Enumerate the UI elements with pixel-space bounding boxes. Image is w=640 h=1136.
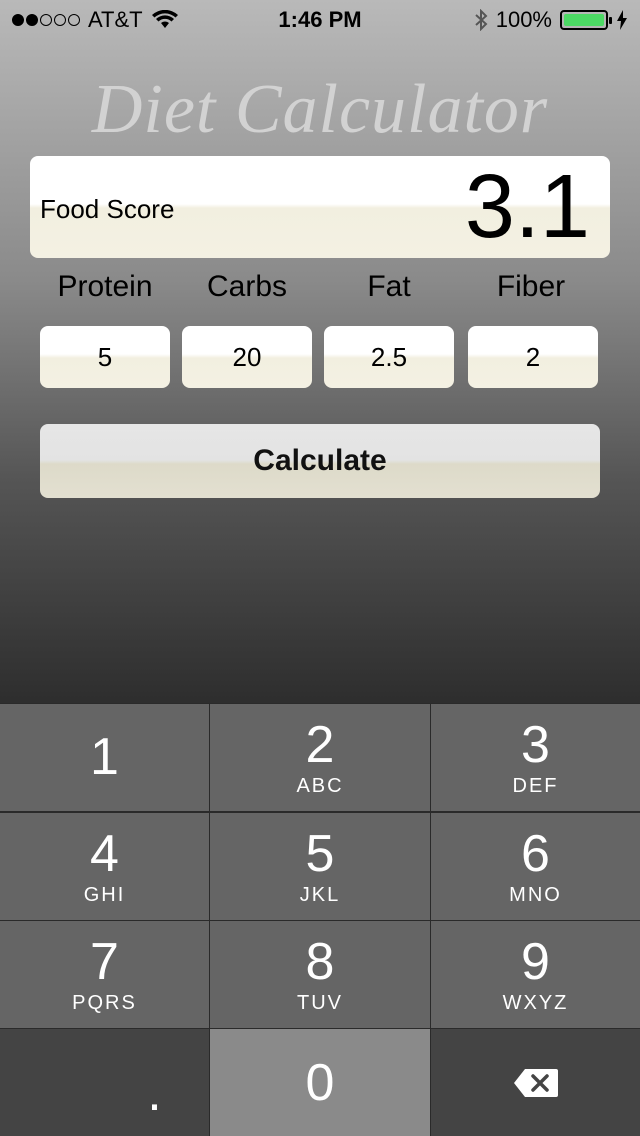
calculate-button[interactable]: Calculate — [40, 424, 600, 498]
protein-label: Protein — [57, 270, 153, 303]
nutrient-labels: Protein Carbs Fat Fiber — [0, 270, 640, 310]
food-score-display: Food Score 3.1 — [30, 156, 610, 258]
nutrient-inputs: 5 20 2.5 2 — [0, 326, 640, 388]
key-5[interactable]: 5 JKL — [210, 813, 430, 920]
key-letters: PQRS — [72, 992, 137, 1014]
carbs-label: Carbs — [206, 270, 288, 303]
carbs-input[interactable]: 20 — [182, 326, 312, 388]
key-digit: 9 — [521, 933, 550, 991]
key-digit: 8 — [305, 933, 335, 991]
food-score-value: 3.1 — [464, 157, 590, 257]
key-1[interactable]: 1 — [0, 704, 209, 811]
key-digit: 5 — [305, 825, 335, 883]
status-right: 100% — [474, 7, 628, 33]
key-letters: JKL — [299, 884, 341, 906]
charging-icon — [617, 10, 627, 30]
numeric-keypad: 1 2 ABC 3 DEF 4 GHI 5 JKL 6 MNO 7 PQRS 8… — [0, 703, 640, 1136]
key-3[interactable]: 3 DEF — [431, 704, 640, 811]
key-6[interactable]: 6 MNO — [431, 813, 640, 920]
backspace-icon — [513, 1068, 558, 1097]
key-letters: TUV — [297, 992, 343, 1014]
key-0[interactable]: 0 — [210, 1029, 430, 1136]
fat-input[interactable]: 2.5 — [324, 326, 454, 388]
key-digit: 6 — [521, 825, 550, 883]
key-digit: . — [147, 1063, 162, 1122]
fiber-label: Fiber — [496, 270, 566, 303]
key-digit: 2 — [305, 716, 335, 774]
key-9[interactable]: 9 WXYZ — [431, 921, 640, 1028]
app-title: Diet Calculator — [91, 71, 549, 148]
status-bar: AT&T 1:46 PM 100% — [0, 0, 640, 40]
key-digit: 7 — [90, 933, 119, 991]
bluetooth-icon — [475, 9, 488, 31]
key-digit: 3 — [521, 716, 550, 774]
key-4[interactable]: 4 GHI — [0, 813, 209, 920]
key-digit: 1 — [90, 727, 119, 786]
key-letters: ABC — [296, 775, 344, 797]
key-7[interactable]: 7 PQRS — [0, 921, 209, 1028]
battery-percentage: 100% — [495, 7, 552, 32]
key-2[interactable]: 2 ABC — [210, 704, 430, 811]
key-letters: GHI — [83, 884, 126, 906]
fiber-input[interactable]: 2 — [468, 326, 598, 388]
food-score-label: Food Score — [40, 194, 175, 224]
key-letters: MNO — [509, 884, 562, 906]
battery-icon — [560, 10, 612, 30]
key-decimal[interactable]: . — [0, 1029, 209, 1136]
fat-label: Fat — [367, 270, 411, 303]
key-8[interactable]: 8 TUV — [210, 921, 430, 1028]
protein-input[interactable]: 5 — [40, 326, 170, 388]
key-letters: DEF — [512, 775, 559, 797]
key-letters: WXYZ — [502, 992, 569, 1014]
key-digit: 0 — [305, 1053, 335, 1112]
backspace-key[interactable] — [431, 1029, 640, 1136]
key-digit: 4 — [90, 825, 119, 883]
